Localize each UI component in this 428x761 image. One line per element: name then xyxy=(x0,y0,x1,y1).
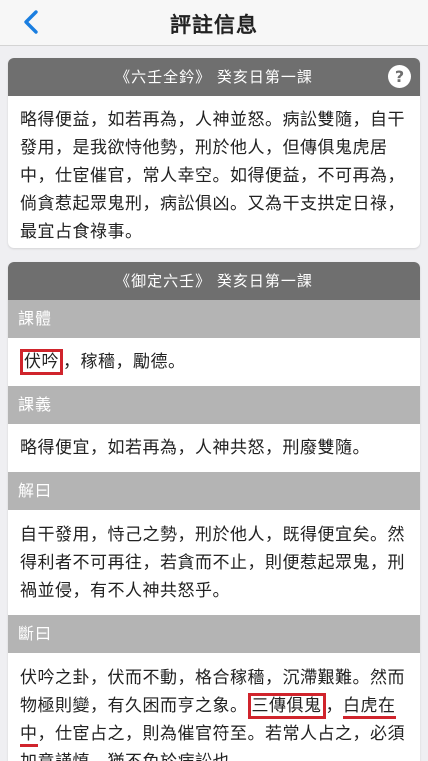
underlined-term: 白虎在 xyxy=(343,696,396,719)
underlined-term: 中 xyxy=(20,724,38,747)
section-text: ，仕宦占之，則為催官符至。若常人占之，必須加意謹慎，猶不免於病訟也。 xyxy=(20,724,405,761)
yuding-liuren-card: 《御定六壬》 癸亥日第一課 課體 伏吟 ，稼穡，勵德。 課義 略得便宜，如若再為，… xyxy=(8,262,420,761)
card-header-title: 《六壬全鈐》 癸亥日第一課 xyxy=(115,68,313,86)
section-text: 自干發用，恃己之勢，刑於他人，既得便宜矣。然得利者不可再往，若貪而不止，則便惹起… xyxy=(20,525,405,601)
liuren-quanqian-card: 《六壬全鈐》 癸亥日第一課 ? 略得便益，如若再為，人神並怒。病訟雙隨，自干發用… xyxy=(8,58,420,248)
highlighted-term: 三傳俱鬼 xyxy=(247,693,326,719)
help-icon[interactable]: ? xyxy=(388,65,411,88)
section-header-keyi: 課義 xyxy=(8,386,420,424)
card-header-title: 《御定六壬》 癸亥日第一課 xyxy=(115,272,313,290)
section-body-jieyue: 自干發用，恃己之勢，刑於他人，既得便宜矣。然得利者不可再往，若貪而不止，則便惹起… xyxy=(8,510,420,615)
card-header: 《六壬全鈐》 癸亥日第一課 ? xyxy=(8,58,420,96)
section-header-jieyue: 解曰 xyxy=(8,472,420,510)
nav-bar: 評註信息 xyxy=(0,0,428,46)
card-header: 《御定六壬》 癸亥日第一課 xyxy=(8,262,420,300)
section-text: ，稼穡，勵德。 xyxy=(63,352,186,372)
section-header-duanyue: 斷曰 xyxy=(8,615,420,653)
page-title: 評註信息 xyxy=(170,13,258,37)
commentary-text: 略得便益，如若再為，人神並怒。病訟雙隨，自干發用，是我欲恃他勢，刑於他人，但傳俱… xyxy=(20,110,405,242)
section-body-keyi: 略得便宜，如若再為，人神共怒，刑廢雙隨。 xyxy=(8,424,420,472)
section-body-keti: 伏吟 ，稼穡，勵德。 xyxy=(8,338,420,386)
highlighted-term: 伏吟 xyxy=(20,349,63,375)
section-text: 略得便宜，如若再為，人神共怒，刑廢雙隨。 xyxy=(20,438,370,458)
section-header-keti: 課體 xyxy=(8,300,420,338)
section-body-duanyue: 伏吟之卦，伏而不動，格合稼穡，沉滯艱難。然而物極則變，有久困而亨之象。 三傳俱鬼，… xyxy=(8,653,420,761)
section-text: ， xyxy=(325,696,343,716)
